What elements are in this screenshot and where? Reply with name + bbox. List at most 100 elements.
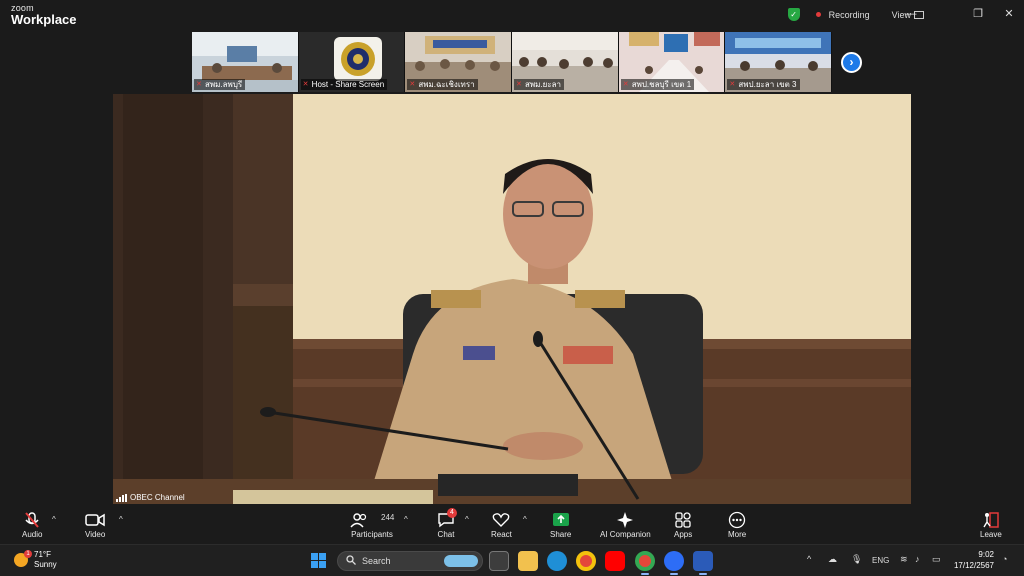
search-highlight-image <box>444 555 478 567</box>
react-options-caret-icon[interactable]: ^ <box>523 515 527 524</box>
chrome-active-indicator <box>641 573 649 575</box>
participant-name: ✕ สพม.ยะลา <box>514 79 565 90</box>
audio-label: Audio <box>22 530 43 539</box>
video-button[interactable]: Video <box>85 510 105 539</box>
task-view-icon[interactable] <box>489 551 509 571</box>
chat-options-caret-icon[interactable]: ^ <box>465 515 469 524</box>
microphone-icon[interactable]: 🎙 <box>851 554 862 565</box>
participants-options-caret-icon[interactable]: ^ <box>404 515 408 524</box>
zoom-active-indicator <box>670 573 678 575</box>
clock-date: 17/12/2567 <box>953 561 994 570</box>
encryption-shield-icon[interactable]: ✓ <box>787 8 800 21</box>
ai-companion-button[interactable]: AI Companion <box>600 510 651 539</box>
mic-muted-icon: ✕ <box>622 80 629 88</box>
participant-thumbnail[interactable]: ✕ สพป.ชลบุรี เขต 1 <box>618 32 726 92</box>
participant-strip: ✕ สพม.ลพบุรี ✕ Host - Share Screen ✕ สพม… <box>192 32 833 92</box>
video-participant-label: OBEC Channel <box>116 493 185 502</box>
participant-thumbnail[interactable]: ✕ สพป.ยะลา เขต 3 <box>725 32 833 92</box>
ai-companion-label: AI Companion <box>600 530 651 539</box>
minimize-button[interactable]: — <box>903 6 919 22</box>
battery-icon[interactable]: ▭ <box>932 554 941 565</box>
signal-bars-icon <box>116 493 127 502</box>
app-logo: zoom Workplace <box>11 4 77 27</box>
video-camera-icon <box>85 510 105 530</box>
ai-sparkle-icon <box>616 510 634 530</box>
restore-button[interactable]: ❐ <box>970 6 986 22</box>
clock-time: 9:02 <box>978 550 994 559</box>
share-screen-icon <box>552 510 570 530</box>
share-label: Share <box>550 530 572 539</box>
taskbar-search[interactable]: Search <box>337 551 483 571</box>
chat-bubble-icon: 4 <box>437 508 457 530</box>
show-hidden-icons-chevron-icon[interactable]: ^ <box>807 554 811 564</box>
edge-browser-icon[interactable] <box>547 551 567 571</box>
meeting-toolbar: Audio ^ Video ^ Participants 244 ^ 4 Cha… <box>0 507 1024 544</box>
close-button[interactable]: ✕ <box>1001 6 1017 22</box>
participant-name-text: สพม.ยะลา <box>525 80 562 89</box>
react-button[interactable]: React <box>491 510 512 539</box>
language-indicator[interactable]: ENG <box>872 556 889 565</box>
participant-name-text: Host - Share Screen <box>311 80 385 89</box>
youtube-icon[interactable] <box>605 551 625 571</box>
leave-label: Leave <box>980 530 1002 539</box>
brand-bottom: Workplace <box>11 12 77 27</box>
participant-name: ✕ สพป.ยะลา เขต 3 <box>727 79 800 90</box>
participants-count: 244 <box>381 513 395 522</box>
apps-button[interactable]: Apps <box>674 510 692 539</box>
share-button[interactable]: Share <box>550 510 571 539</box>
participant-name-text: สพม.ลพบุรี <box>205 80 243 89</box>
more-label: More <box>728 530 747 539</box>
participant-thumbnail[interactable]: ✕ สพม.ลพบุรี <box>192 32 299 92</box>
word-icon[interactable] <box>693 551 713 571</box>
participant-name-text: OBEC Channel <box>130 493 185 502</box>
chat-label: Chat <box>437 530 455 539</box>
next-page-arrow-icon[interactable]: › <box>841 52 862 73</box>
participant-name-text: สพป.ยะลา เขต 3 <box>738 80 797 89</box>
weather-badge: 1 <box>24 550 32 558</box>
chat-unread-badge: 4 <box>447 508 457 518</box>
mic-muted-icon <box>23 510 41 530</box>
mic-muted-icon: ✕ <box>196 80 202 88</box>
zoom-meeting-window: zoom Workplace ✓ Recording View — ❐ ✕ ✕ … <box>0 0 1024 576</box>
zoom-app-icon[interactable] <box>664 551 684 571</box>
chrome-profile-icon[interactable] <box>635 551 655 571</box>
participant-name: ✕ สพม.ฉะเชิงเทรา <box>407 79 478 90</box>
participants-label: Participants <box>351 530 393 539</box>
leave-button[interactable]: Leave <box>980 510 1002 539</box>
mic-muted-icon: ✕ <box>729 80 736 88</box>
apps-label: Apps <box>674 530 693 539</box>
notification-bell-icon[interactable]: ◔ <box>1002 554 1007 564</box>
audio-options-caret-icon[interactable]: ^ <box>52 515 56 524</box>
title-bar: zoom Workplace ✓ Recording View — ❐ ✕ <box>0 0 1024 30</box>
taskbar-clock[interactable]: 9:02 17/12/2567 <box>954 549 994 571</box>
mic-muted-icon: ✕ <box>409 80 416 88</box>
search-placeholder: Search <box>362 556 391 566</box>
active-speaker-video[interactable]: OBEC Channel <box>113 94 911 504</box>
participant-thumbnail[interactable]: ✕ สพม.ยะลา <box>512 32 619 92</box>
chat-button[interactable]: 4 Chat <box>437 508 457 539</box>
audio-button[interactable]: Audio <box>22 510 42 539</box>
word-active-indicator <box>699 573 707 575</box>
wifi-icon[interactable]: ≋ <box>900 554 908 565</box>
leave-door-icon <box>982 510 1000 530</box>
weather-temp: 71°F <box>34 550 51 559</box>
mic-muted-icon: ✕ <box>302 80 309 88</box>
participant-name-text: สพป.ชลบุรี เขต 1 <box>631 80 692 89</box>
chrome-icon[interactable] <box>576 551 596 571</box>
video-label: Video <box>85 530 106 539</box>
search-icon <box>346 555 356 567</box>
weather-widget[interactable]: 1 71°F Sunny <box>14 550 57 570</box>
more-dots-icon <box>728 510 746 530</box>
sun-icon: 1 <box>14 550 32 567</box>
participant-thumbnail[interactable]: ✕ Host - Share Screen <box>298 32 406 92</box>
participant-thumbnail[interactable]: ✕ สพม.ฉะเชิงเทรา <box>405 32 513 92</box>
participant-name-text: สพม.ฉะเชิงเทรา <box>418 80 475 89</box>
onedrive-cloud-icon[interactable]: ☁ <box>828 554 837 565</box>
volume-icon[interactable]: ♪ <box>915 554 920 564</box>
recording-label[interactable]: Recording <box>829 10 870 20</box>
windows-start-icon[interactable] <box>311 553 326 568</box>
file-explorer-icon[interactable] <box>518 551 538 571</box>
react-label: React <box>491 530 512 539</box>
video-options-caret-icon[interactable]: ^ <box>119 515 123 524</box>
more-button[interactable]: More <box>728 510 746 539</box>
